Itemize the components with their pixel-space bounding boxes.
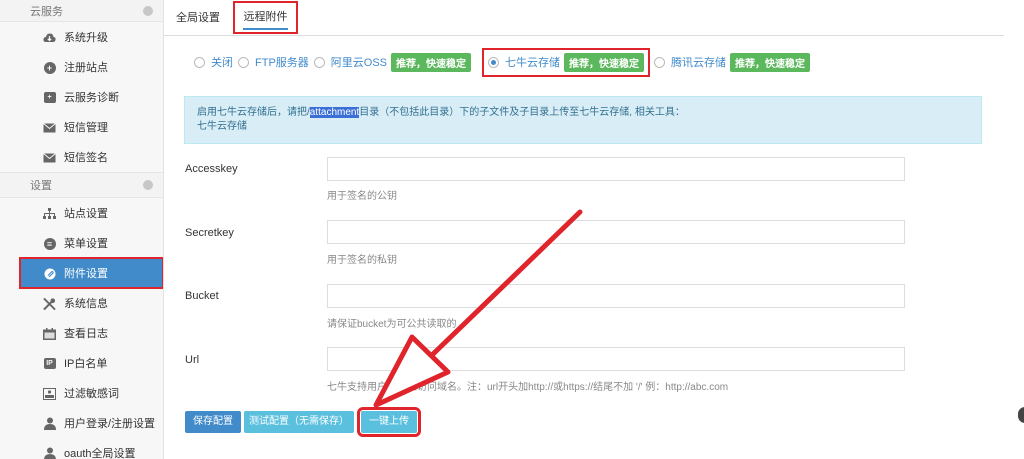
collapse-dot-icon[interactable] — [143, 180, 153, 190]
sidebar-item-register-site[interactable]: + 注册站点 — [0, 52, 163, 82]
url-input[interactable] — [327, 347, 905, 371]
envelope-icon — [43, 121, 56, 134]
radio-close[interactable]: 关闭 — [194, 54, 233, 70]
save-config-button[interactable]: 保存配置 — [185, 411, 241, 433]
sidebar-item-label: 云服务诊断 — [64, 92, 119, 104]
sidebar-item-login-register[interactable]: 用户登录/注册设置 — [0, 408, 163, 438]
cloud-icon — [43, 31, 56, 44]
recommend-badge: 推荐，快速稳定 — [391, 52, 472, 72]
radio-circle[interactable] — [654, 56, 666, 68]
radio-circle[interactable] — [238, 56, 249, 68]
radio-label: 腾讯云存储 — [671, 57, 727, 69]
sidebar-item-label: 系统升级 — [64, 32, 108, 44]
recommend-badge: 推荐，快速稳定 — [564, 52, 645, 72]
radio-circle-selected[interactable] — [488, 56, 500, 68]
tab-bar: 全局设置 远程附件 — [164, 0, 1004, 36]
sidebar-item-label: IP白名单 — [64, 358, 108, 370]
radio-circle[interactable] — [194, 56, 205, 68]
info-highlight: attachment — [309, 107, 360, 118]
sidebar-item-label: 系统信息 — [64, 298, 108, 310]
sidebar-item-attachment-settings[interactable]: 附件设置 — [19, 257, 163, 289]
bucket-help: 请保证bucket为可公共读取的 — [327, 319, 457, 330]
accesskey-input[interactable] — [327, 157, 905, 181]
radio-label: FTP服务器 — [255, 57, 309, 69]
url-help: 七牛支持用户自定义访问域名。注：url开头加http://或https://结尾… — [327, 382, 729, 393]
medkit-icon: + — [43, 91, 56, 104]
secretkey-label: Secretkey — [185, 227, 234, 239]
sitemap-icon — [43, 207, 56, 220]
radio-circle[interactable] — [313, 56, 325, 68]
sidebar-item-system-upgrade[interactable]: 系统升级 — [0, 22, 163, 52]
sidebar-item-system-info[interactable]: 系统信息 — [0, 288, 163, 318]
scroll-handle-icon[interactable] — [1018, 407, 1024, 423]
info-line-1: 启用七牛云存储后，请把/attachment目录（不包括此目录）下的子文件及子目… — [197, 106, 969, 120]
collapse-dot-icon[interactable] — [143, 5, 153, 16]
list-icon: ≡ — [43, 237, 56, 250]
sidebar-item-label: 短信管理 — [64, 122, 108, 134]
ip-icon: IP — [43, 357, 56, 370]
sidebar-section-settings[interactable]: 设置 — [0, 172, 163, 198]
sidebar-item-label: 用户登录/注册设置 — [64, 418, 156, 430]
sidebar-item-label: 短信签名 — [64, 152, 108, 164]
sidebar-item-label: 附件设置 — [64, 268, 108, 280]
one-click-upload-button[interactable]: 一键上传 — [357, 407, 421, 437]
test-config-button[interactable]: 测试配置（无需保存） — [244, 411, 354, 433]
info-text: 目录（不包括此目录）下的子文件及子目录上传至七牛云存储, 相关工具： — [359, 107, 685, 118]
radio-aliyun-oss[interactable]: 阿里云OSS 推荐，快速稳定 — [313, 52, 477, 72]
envelope-icon — [43, 151, 56, 164]
sidebar-section-title: 云服务 — [30, 5, 63, 18]
tools-icon — [43, 297, 56, 310]
sidebar-item-sms-sign[interactable]: 短信签名 — [0, 142, 163, 172]
recommend-badge: 推荐，快速稳定 — [730, 52, 811, 72]
info-text: 启用七牛云存储后，请把/ — [197, 107, 310, 118]
sidebar-item-sms-manage[interactable]: 短信管理 — [0, 112, 163, 142]
info-tool-link[interactable]: 七牛云存储 — [197, 120, 969, 134]
url-label: Url — [185, 354, 200, 366]
tab-remote-attachment[interactable]: 远程附件 — [233, 1, 298, 34]
filter-icon — [43, 387, 56, 400]
sidebar-item-cloud-diagnosis[interactable]: + 云服务诊断 — [0, 82, 163, 112]
sidebar-item-ip-whitelist[interactable]: IP IP白名单 — [0, 348, 163, 378]
radio-label: 阿里云OSS — [330, 57, 388, 69]
info-alert: 启用七牛云存储后，请把/attachment目录（不包括此目录）下的子文件及子目… — [184, 96, 982, 144]
qiniu-option-highlight: 七牛云存储 推荐，快速稳定 — [482, 47, 651, 77]
radio-ftp[interactable]: FTP服务器 — [238, 54, 309, 70]
radio-tencent-cos[interactable]: 腾讯云存储 推荐，快速稳定 — [654, 52, 816, 72]
paperclip-icon — [43, 267, 56, 280]
storage-radio-group: 关闭 FTP服务器 阿里云OSS 推荐，快速稳定 七牛云存储 推荐，快速稳定 腾… — [194, 47, 821, 77]
sidebar-item-label: 菜单设置 — [64, 238, 108, 250]
secretkey-input[interactable] — [327, 220, 905, 244]
sidebar-section-cloud[interactable]: 云服务 — [0, 0, 163, 22]
sidebar-item-filter-words[interactable]: 过滤敏感词 — [0, 378, 163, 408]
sidebar: 云服务 系统升级 + 注册站点 + 云服务诊断 短信管理 短信签名 设置 站点设… — [0, 0, 164, 459]
user-icon — [43, 417, 56, 430]
bucket-label: Bucket — [185, 290, 219, 302]
secretkey-help: 用于签名的私钥 — [327, 255, 397, 266]
right-gutter — [1004, 0, 1024, 459]
plus-circle-icon: + — [43, 61, 56, 74]
sidebar-item-view-logs[interactable]: 查看日志 — [0, 318, 163, 348]
calendar-icon — [43, 327, 56, 340]
sidebar-item-site-settings[interactable]: 站点设置 — [0, 198, 163, 228]
radio-qiniu[interactable]: 七牛云存储 推荐，快速稳定 — [488, 52, 645, 72]
sidebar-item-label: 站点设置 — [64, 208, 108, 220]
sidebar-item-label: oauth全局设置 — [64, 448, 136, 459]
radio-label: 七牛云存储 — [505, 57, 561, 69]
radio-label: 关闭 — [211, 57, 233, 69]
sidebar-item-menu-settings[interactable]: ≡ 菜单设置 — [0, 228, 163, 258]
user-icon — [43, 447, 56, 459]
sidebar-item-label: 过滤敏感词 — [64, 388, 119, 400]
tab-global-settings[interactable]: 全局设置 — [172, 0, 224, 36]
bucket-input[interactable] — [327, 284, 905, 308]
main-panel: 全局设置 远程附件 关闭 FTP服务器 阿里云OSS 推荐，快速稳定 七牛云存储… — [164, 0, 1004, 459]
sidebar-item-oauth[interactable]: oauth全局设置 — [0, 438, 163, 459]
sidebar-section-title: 设置 — [30, 180, 52, 192]
accesskey-label: Accesskey — [185, 163, 238, 175]
sidebar-item-label: 注册站点 — [64, 62, 108, 74]
accesskey-help: 用于签名的公钥 — [327, 191, 397, 202]
sidebar-item-label: 查看日志 — [64, 328, 108, 340]
